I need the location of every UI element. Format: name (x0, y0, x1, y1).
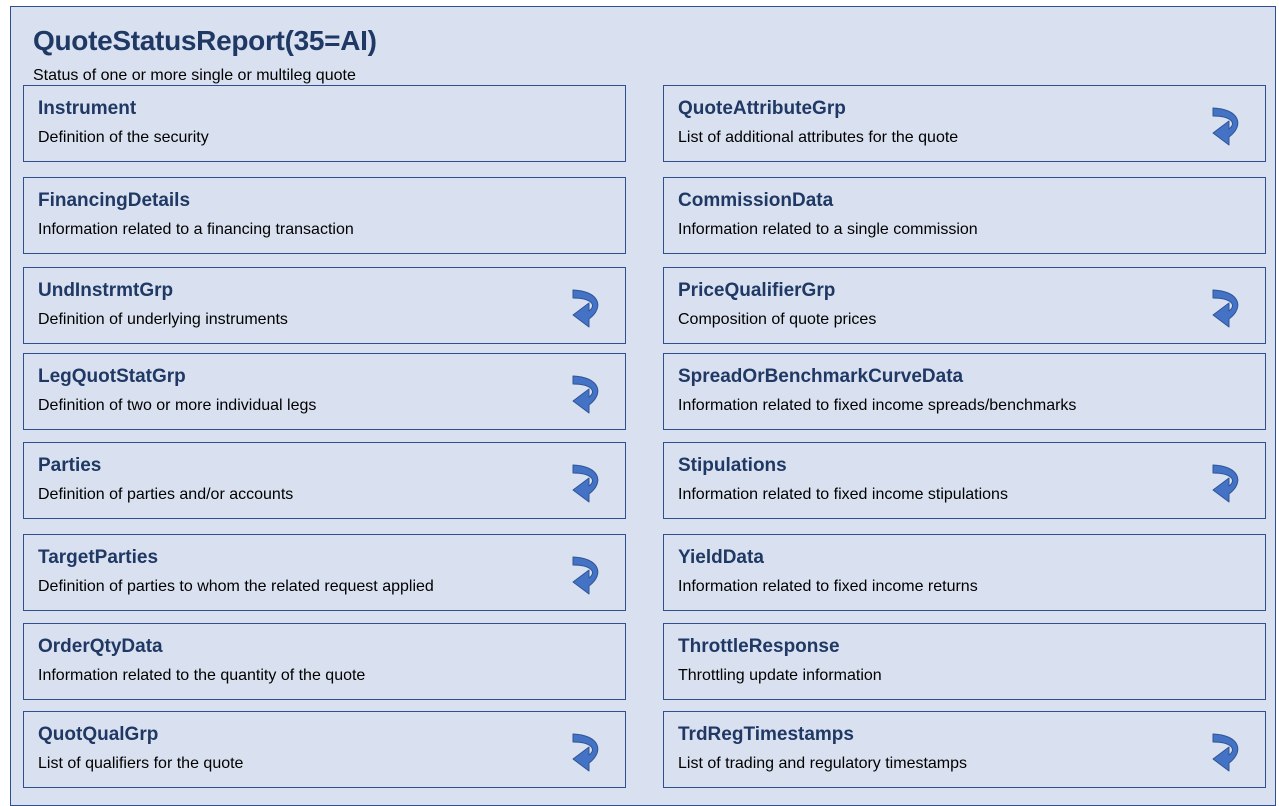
component-description: Information related to the quantity of t… (38, 667, 366, 684)
component-card-pricequalifiergrp: PriceQualifierGrp Composition of quote pr… (663, 267, 1266, 344)
component-description: Definition of parties and/or accounts (38, 486, 294, 503)
component-description: List of qualifiers for the quote (38, 755, 244, 772)
component-card-undinstrmtgrp: UndInstrmtGrp Definition of underlying in… (23, 267, 626, 344)
component-description: Definition of underlying instruments (38, 311, 288, 328)
component-description: Information related to fixed income stip… (678, 486, 1008, 503)
component-description: Information related to a financing trans… (38, 221, 354, 238)
component-name: YieldData (678, 547, 764, 568)
repeating-group-arrow-icon (572, 556, 599, 595)
component-description: Composition of quote prices (678, 311, 877, 328)
component-name: TargetParties (38, 547, 159, 568)
component-name: QuoteAttributeGrp (678, 98, 846, 119)
component-description: Information related to fixed income spre… (678, 397, 1077, 414)
component-name: SpreadOrBenchmarkCurveData (678, 366, 964, 387)
component-name: LegQuotStatGrp (38, 366, 186, 387)
component-description: Definition of the security (38, 129, 209, 146)
message-title: QuoteStatusReport(35=AI) (33, 25, 377, 56)
repeating-group-arrow-icon (1212, 289, 1239, 328)
component-card-spreadorbenchmarkcurvedata: SpreadOrBenchmarkCurveData Information re… (663, 353, 1266, 430)
component-card-commissiondata: CommissionData Information related to a s… (663, 177, 1266, 254)
component-description: Information related to fixed income retu… (678, 578, 978, 595)
component-name: ThrottleResponse (678, 636, 840, 657)
component-card-throttleresponse: ThrottleResponse Throttling update inform… (663, 623, 1266, 700)
message-frame: QuoteStatusReport(35=AI) Status of one o… (10, 6, 1276, 806)
component-card-quotqualgrp: QuotQualGrp List of qualifiers for the qu… (23, 711, 626, 788)
component-card-parties: Parties Definition of parties and/or acco… (23, 442, 626, 519)
repeating-group-arrow-icon (572, 289, 599, 328)
component-card-legquotstatgrp: LegQuotStatGrp Definition of two or more … (23, 353, 626, 430)
component-name: Parties (38, 455, 102, 476)
repeating-group-arrow-icon (572, 375, 599, 414)
component-card-quoteattributegrp: QuoteAttributeGrp List of additional attr… (663, 85, 1266, 162)
component-name: OrderQtyData (38, 636, 163, 657)
component-description: Throttling update information (678, 667, 882, 684)
component-name: UndInstrmtGrp (38, 280, 174, 301)
component-card-yielddata: YieldData Information related to fixed in… (663, 534, 1266, 611)
component-description: Information related to a single commissi… (678, 221, 978, 238)
component-name: Instrument (38, 98, 137, 119)
component-card-orderqtydata: OrderQtyData Information related to the q… (23, 623, 626, 700)
repeating-group-arrow-icon (1212, 107, 1239, 146)
message-subtitle: Status of one or more single or multileg… (33, 67, 356, 84)
component-name: QuotQualGrp (38, 724, 159, 745)
component-description: List of trading and regulatory timestamp… (678, 755, 968, 772)
component-name: CommissionData (678, 190, 834, 211)
component-name: TrdRegTimestamps (678, 724, 854, 745)
component-description: Definition of parties to whom the relate… (38, 578, 434, 595)
component-card-stipulations: Stipulations Information related to fixed… (663, 442, 1266, 519)
component-card-targetparties: TargetParties Definition of parties to wh… (23, 534, 626, 611)
repeating-group-arrow-icon (572, 733, 599, 772)
component-name: FinancingDetails (38, 190, 191, 211)
repeating-group-arrow-icon (572, 464, 599, 503)
component-description: Definition of two or more individual leg… (38, 397, 317, 414)
component-card-instrument: Instrument Definition of the security (23, 85, 626, 162)
component-card-trdregtimestamps: TrdRegTimestamps List of trading and regu… (663, 711, 1266, 788)
component-description: List of additional attributes for the qu… (678, 129, 959, 146)
repeating-group-arrow-icon (1212, 464, 1239, 503)
component-name: PriceQualifierGrp (678, 280, 836, 301)
repeating-group-arrow-icon (1212, 733, 1239, 772)
component-name: Stipulations (678, 455, 787, 476)
component-card-financingdetails: FinancingDetails Information related to a… (23, 177, 626, 254)
